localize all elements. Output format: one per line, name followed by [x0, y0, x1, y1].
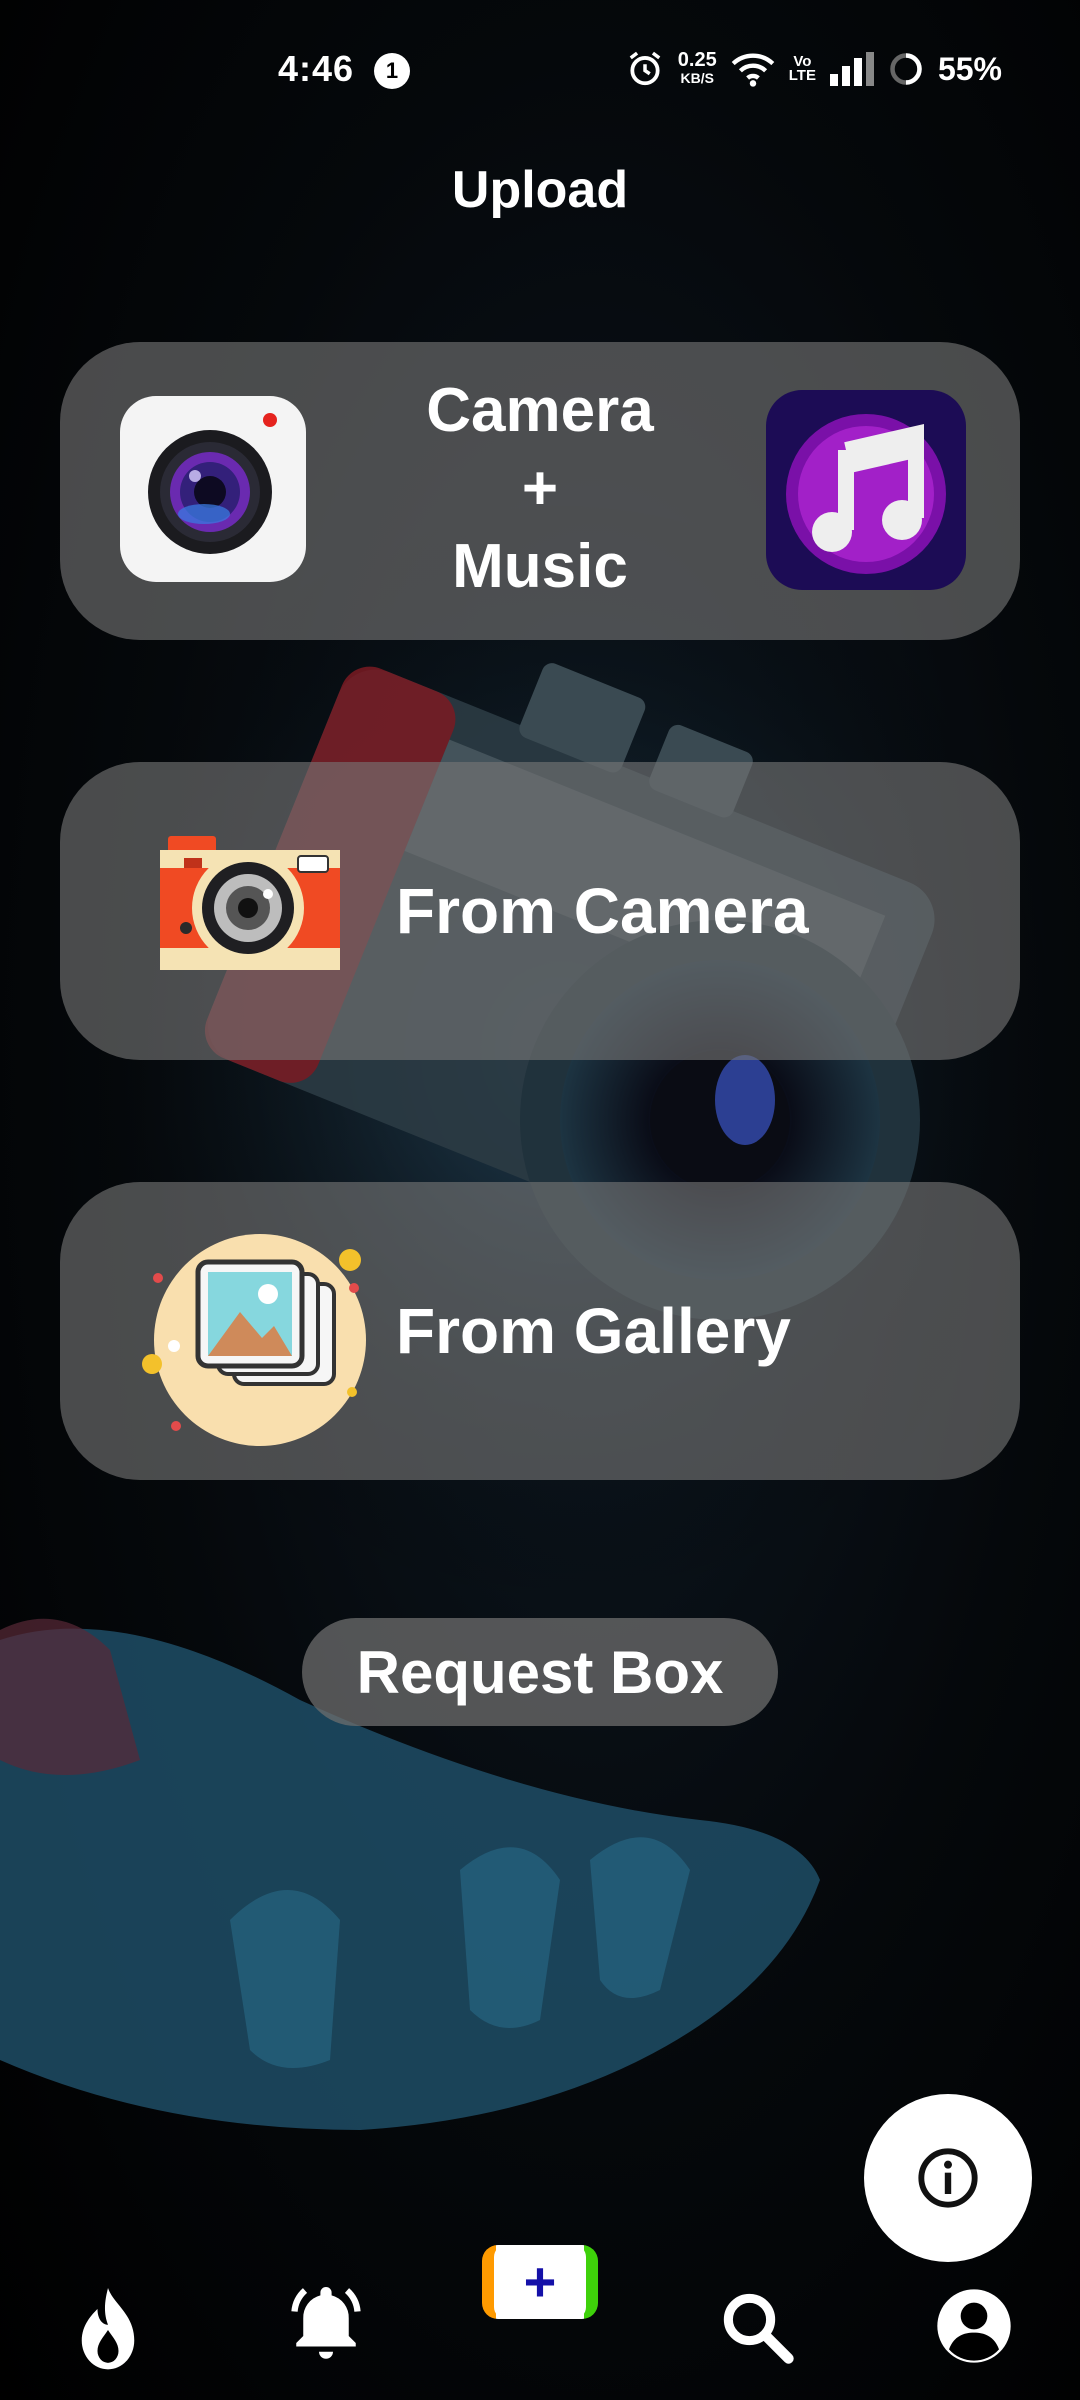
camera-music-label: Camera + Music [350, 372, 730, 606]
from-gallery-option[interactable]: From Gallery [60, 1182, 1020, 1480]
bottom-nav: + [0, 2220, 1080, 2400]
plus-icon: + [494, 2245, 586, 2319]
from-camera-label: From Camera [396, 875, 809, 947]
upload-screen: 4:46 1 0.25 KB/S Vo LTE 55% Upload Camer… [0, 0, 1080, 2400]
nav-profile-button[interactable] [924, 2276, 1024, 2376]
volte-bottom: LTE [788, 67, 816, 84]
nav-home-button[interactable] [60, 2280, 156, 2380]
status-time: 4:46 [278, 48, 355, 89]
battery-icon [890, 53, 922, 85]
status-indicators: 0.25 KB/S Vo LTE 55% [626, 44, 1002, 94]
camera-music-line3: Music [452, 532, 628, 601]
camera-music-line2: + [521, 454, 559, 523]
bell-icon [291, 2287, 361, 2359]
alarm-icon [629, 51, 661, 86]
status-bar: 4:46 1 0.25 KB/S Vo LTE 55% [0, 0, 1080, 140]
account-icon [937, 2289, 1011, 2363]
request-box-button[interactable]: Request Box [302, 1618, 778, 1726]
info-icon [918, 2148, 978, 2208]
nav-add-button[interactable]: + [478, 2220, 602, 2344]
notification-count-badge: 1 [374, 53, 410, 89]
from-gallery-label: From Gallery [396, 1295, 791, 1367]
network-speed-unit: KB/S [680, 70, 714, 86]
camera-app-icon [120, 396, 306, 582]
music-app-icon [766, 390, 966, 590]
battery-percent: 55% [937, 50, 1002, 87]
volte-indicator: Vo LTE [788, 54, 816, 84]
retro-camera-icon [160, 836, 340, 970]
add-pill: + [482, 2245, 598, 2319]
flame-icon [81, 2288, 135, 2370]
nav-search-button[interactable] [706, 2276, 806, 2376]
nav-notifications-button[interactable] [276, 2272, 376, 2372]
wifi-icon [731, 53, 775, 87]
network-speed-value: 0.25 [677, 49, 717, 71]
from-camera-option[interactable]: From Camera [60, 762, 1020, 1060]
search-icon [723, 2293, 794, 2364]
network-speed: 0.25 KB/S [677, 49, 717, 87]
signal-icon [829, 52, 874, 86]
gallery-icon [142, 1234, 366, 1446]
camera-music-option[interactable]: Camera + Music [60, 342, 1020, 640]
page-title: Upload [451, 161, 629, 219]
camera-music-line1: Camera [426, 376, 654, 445]
